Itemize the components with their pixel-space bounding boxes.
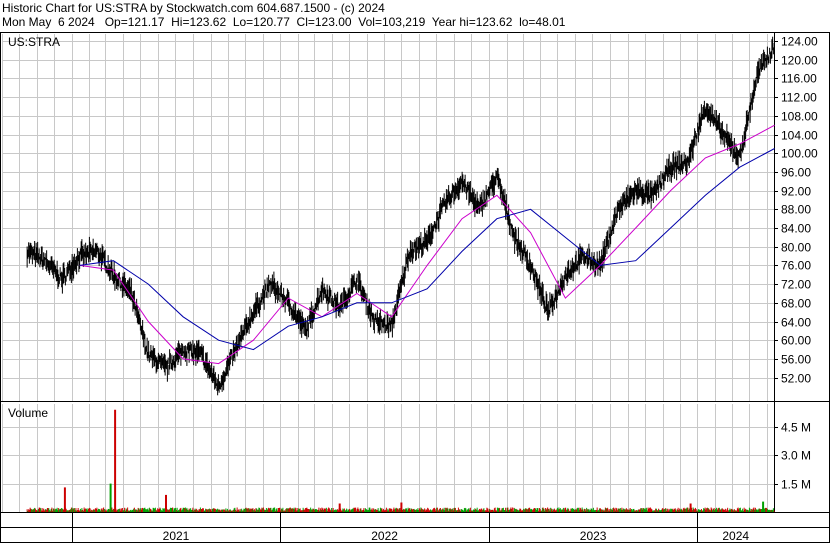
price-tick-label: 92.00	[781, 185, 811, 199]
volume-tick-label: 1.5 M	[781, 478, 811, 492]
price-tick-label: 124.00	[781, 35, 818, 49]
volume-tick-label: 3.0 M	[781, 449, 811, 463]
price-tick-label: 60.00	[781, 334, 811, 348]
year-label: 2023	[580, 529, 607, 543]
price-tick-label: 112.00	[781, 91, 817, 105]
price-tick-label: 76.00	[781, 259, 811, 273]
price-tick-label: 100.00	[781, 147, 818, 161]
volume-panel-title: Volume	[8, 406, 48, 420]
price-tick-label: 68.00	[781, 297, 811, 311]
price-tick-label: 84.00	[781, 222, 811, 236]
price-tick-label: 88.00	[781, 203, 811, 217]
price-tick-label: 120.00	[781, 54, 818, 68]
price-tick-label: 56.00	[781, 353, 811, 367]
price-tick-label: 72.00	[781, 278, 811, 292]
price-panel-title: US:STRA	[8, 35, 60, 49]
price-tick-label: 64.00	[781, 316, 811, 330]
price-tick-label: 52.00	[781, 372, 811, 386]
stock-chart: 52.00 56.00 60.00 64.00 68.00 72.00 76.00 80.00…	[0, 32, 830, 543]
price-tick-label: 116.00	[781, 72, 817, 86]
year-label: 2024	[722, 529, 749, 543]
price-tick-label: 104.00	[781, 129, 818, 143]
year-label: 2021	[163, 529, 190, 543]
price-tick-label: 80.00	[781, 241, 811, 255]
price-tick-label: 108.00	[781, 110, 818, 124]
year-label: 2022	[371, 529, 398, 543]
volume-tick-label: 4.5 M	[781, 421, 811, 435]
price-tick-label: 96.00	[781, 166, 811, 180]
